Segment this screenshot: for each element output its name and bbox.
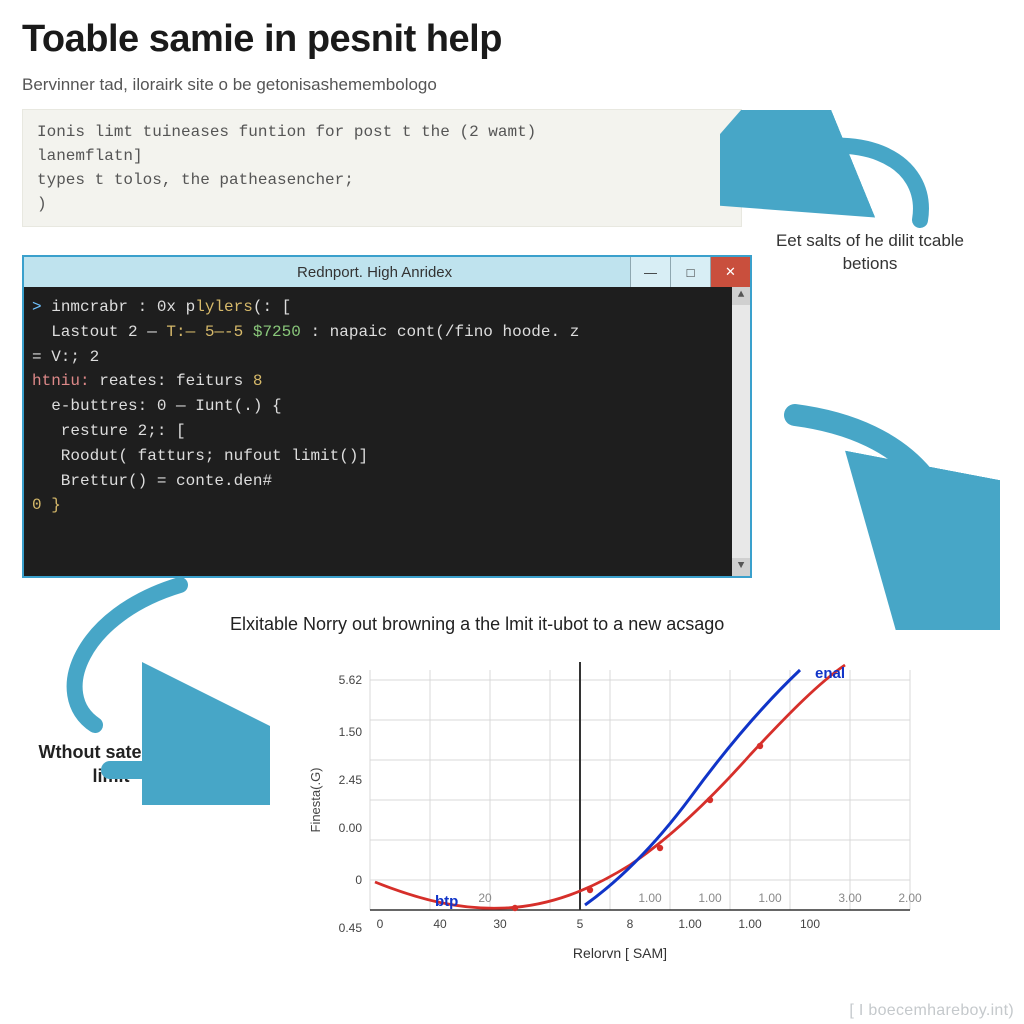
xtick-0: 0 — [377, 917, 384, 931]
ytick-0: 0.45 — [339, 921, 363, 935]
term-l2a: Lastout 2 — — [32, 323, 166, 341]
xtick-2: 30 — [493, 917, 507, 931]
xlabel: Relorvn [ SAM] — [573, 945, 667, 961]
page-title: Toable samie in pesnit help — [22, 18, 1002, 61]
terminal-titlebar: Rednport. High Anridex — □ ✕ — [24, 257, 750, 287]
term-l7: Roodut( fatturs; nufout limit()] — [32, 447, 368, 465]
code-light-l2: lanemflatn] — [37, 147, 143, 165]
ytick-4: 1.50 — [339, 725, 363, 739]
xtick-6: 1.00 — [738, 917, 762, 931]
term-l4a: htniu: — [32, 372, 90, 390]
scroll-down-icon[interactable]: ▼ — [732, 558, 750, 576]
ytick-5: 5.62 — [339, 673, 363, 687]
close-button[interactable]: ✕ — [710, 257, 750, 287]
terminal-body: > inmcrabr : 0x plylers(: [ Lastout 2 — … — [24, 287, 750, 576]
legend-enal: enal — [815, 665, 845, 682]
xtick-4: 8 — [627, 917, 634, 931]
subtitle: Bervinner tad, ilorairk site o be getoni… — [22, 75, 1002, 95]
xtick-3: 5 — [577, 917, 584, 931]
xtick-5: 1.00 — [678, 917, 702, 931]
code-light-l4: ) — [37, 195, 47, 213]
term-l2b: T:— 5—-5 — [166, 323, 252, 341]
term-l5: e-buttres: 0 — Iunt(.) { — [32, 397, 282, 415]
xtick2-3: 1.00 — [758, 891, 782, 905]
xtick-1: 40 — [433, 917, 447, 931]
term-l1b: inmcrabr : 0x p — [42, 298, 196, 316]
xtick2-1: 1.00 — [638, 891, 662, 905]
xtick2-5: 2.00 — [898, 891, 922, 905]
mid-caption: Elxitable Norry out browning a the lmit … — [230, 614, 724, 635]
chart: 5.62 1.50 2.45 0.00 0 0.45 0 40 30 5 8 1… — [290, 650, 940, 990]
scroll-up-icon[interactable]: ▲ — [732, 287, 750, 305]
ytick-2: 0.00 — [339, 821, 363, 835]
term-l3: = V:; 2 — [32, 348, 99, 366]
watermark: [ I boecemhareboy.int) — [849, 1002, 1014, 1020]
code-light-l3: types t tolos, the patheasencher; — [37, 171, 354, 189]
window-controls: — □ ✕ — [630, 257, 750, 287]
term-l2d: : napaic cont(/fino hoode. z — [301, 323, 579, 341]
term-l9: 0 } — [32, 496, 61, 514]
code-block-light: Ionis limt tuineases funtion for post t … — [22, 109, 742, 227]
callout-right-1: Eet salts of he dilit tcable betions — [770, 230, 970, 276]
series-enal — [585, 670, 800, 905]
term-l1d: (: [ — [253, 298, 291, 316]
term-l2c: $7250 — [253, 323, 301, 341]
arrow-bottom-left — [40, 575, 270, 805]
terminal-window: Rednport. High Anridex — □ ✕ > inmcrabr … — [22, 255, 752, 578]
terminal-scrollbar[interactable]: ▲ ▼ — [732, 287, 750, 576]
maximize-button[interactable]: □ — [670, 257, 710, 287]
code-light-l1: Ionis limt tuineases funtion for post t … — [37, 123, 536, 141]
term-prompt-icon: > — [32, 298, 42, 316]
legend-btp: btp — [435, 893, 458, 910]
ytick-3: 2.45 — [339, 773, 363, 787]
term-l6: resture 2;: [ — [32, 422, 186, 440]
term-l4b: reates: feiturs — [90, 372, 253, 390]
xtick-7: 100 — [800, 917, 820, 931]
term-l4c: 8 — [253, 372, 263, 390]
term-l1c: lylers — [195, 298, 253, 316]
xtick2-0: 20 — [478, 891, 492, 905]
ylabel: Finesta(.G) — [308, 767, 323, 832]
xtick2-2: 1.00 — [698, 891, 722, 905]
term-l8: Brettur() = conte.den# — [32, 472, 272, 490]
xtick2-4: 3.00 — [838, 891, 862, 905]
terminal-title: Rednport. High Anridex — [297, 264, 452, 281]
ytick-1: 0 — [355, 873, 362, 887]
arrow-right-down — [780, 400, 1000, 630]
minimize-button[interactable]: — — [630, 257, 670, 287]
arrow-top-right — [720, 110, 950, 230]
